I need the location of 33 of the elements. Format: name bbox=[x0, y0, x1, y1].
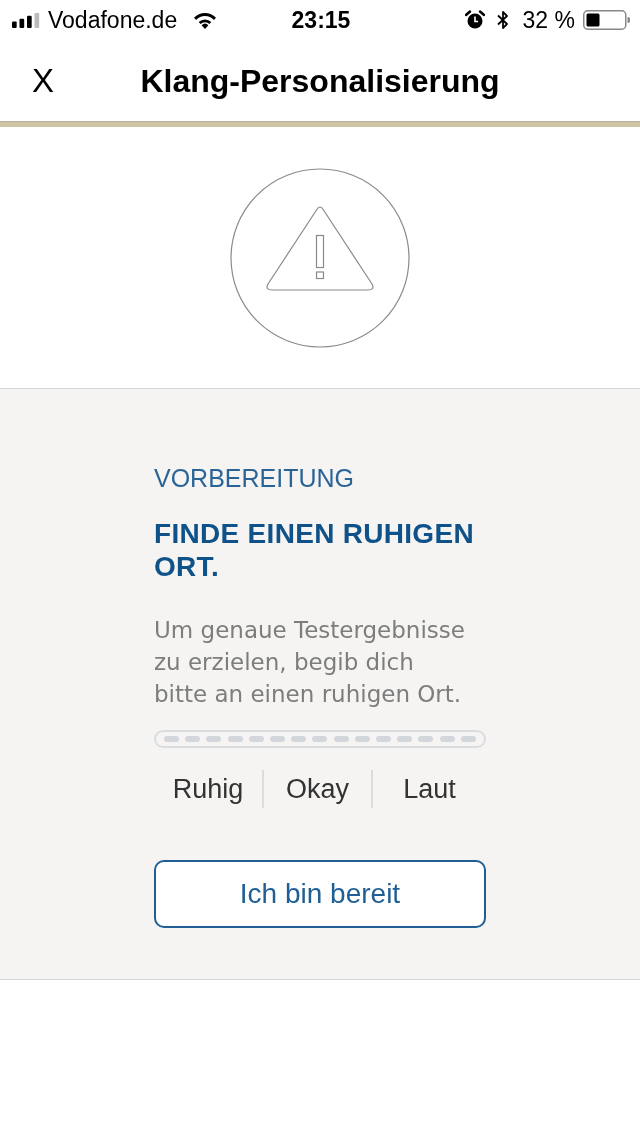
noise-level-label: Laut bbox=[403, 773, 456, 805]
meter-segment bbox=[439, 736, 455, 742]
meter-segment bbox=[164, 736, 179, 742]
meter-segment bbox=[248, 736, 264, 742]
battery-icon bbox=[583, 10, 630, 30]
meter-segment bbox=[333, 736, 349, 742]
meter-segment bbox=[270, 736, 285, 742]
meter-segment bbox=[206, 736, 222, 742]
meter-segment bbox=[460, 736, 476, 742]
battery-percentage: 32 % bbox=[522, 6, 575, 34]
signal-icon bbox=[12, 12, 42, 28]
meter-segment bbox=[397, 736, 413, 742]
carrier-name: Vodafone.de bbox=[48, 6, 178, 34]
screen-title: Klang-Personalisierung bbox=[140, 62, 500, 100]
meter-segment bbox=[227, 736, 243, 742]
step-label: VORBEREITUNG bbox=[154, 463, 356, 494]
bluetooth-icon bbox=[496, 10, 509, 30]
instruction-text: Um genaue Testergebnisse zu erzielen, begib dich bitte an einen ruhigen Ort. bbox=[154, 616, 466, 709]
status-time: 23:15 bbox=[291, 6, 351, 34]
meter-segment bbox=[312, 736, 328, 742]
step-heading: FINDE EINEN RUHIGEN ORT. bbox=[154, 517, 475, 583]
noise-level-label: Ruhig bbox=[172, 773, 244, 805]
wifi-icon bbox=[193, 11, 218, 29]
warning-icon bbox=[230, 167, 410, 348]
meter-segment bbox=[354, 736, 370, 742]
meter-segment bbox=[418, 736, 434, 742]
close-button[interactable]: X bbox=[28, 58, 58, 104]
alarm-clock-icon bbox=[464, 10, 485, 30]
meter-segment bbox=[376, 736, 392, 742]
ready-button[interactable]: Ich bin bereit bbox=[154, 860, 486, 928]
meter-segment bbox=[291, 736, 307, 742]
noise-level-label: Okay bbox=[286, 773, 349, 805]
meter-segment bbox=[185, 736, 201, 742]
